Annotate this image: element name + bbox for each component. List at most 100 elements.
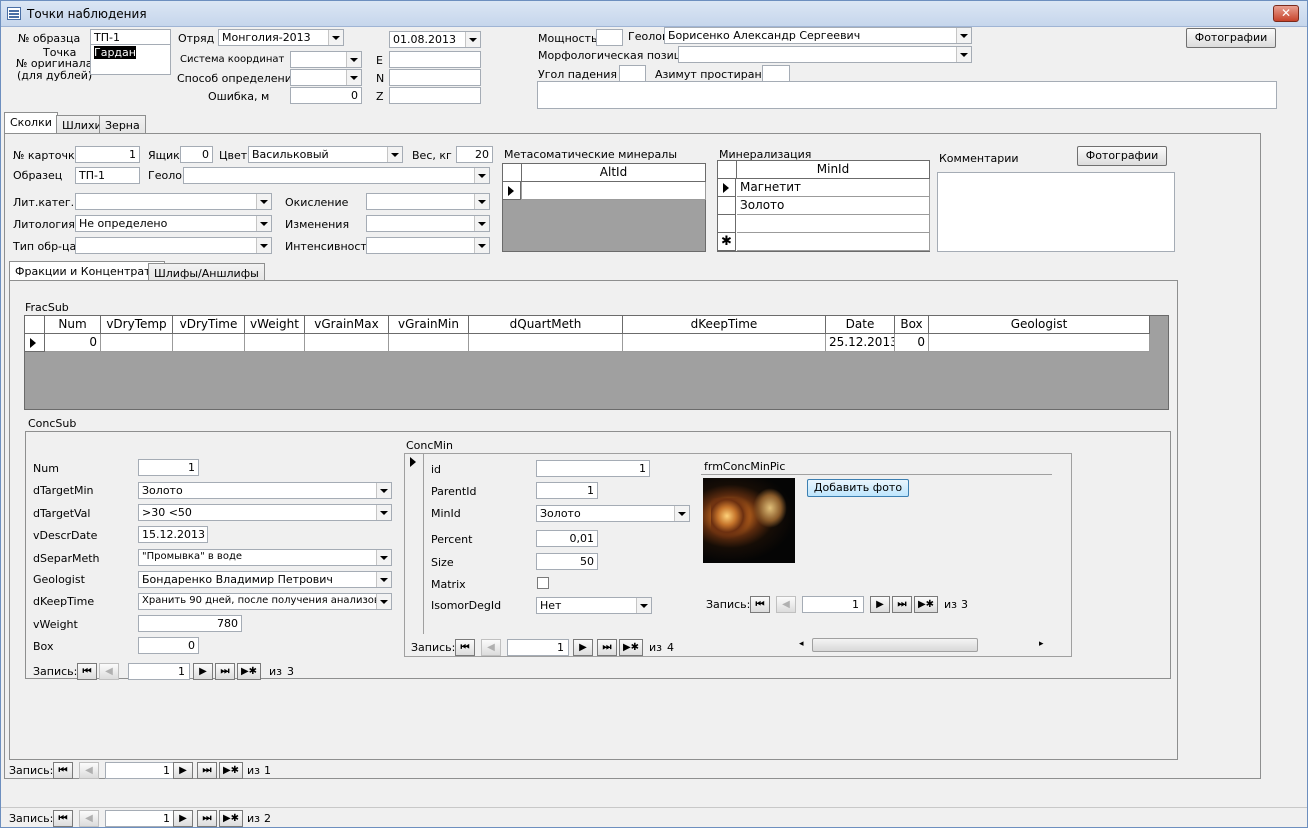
first-record-button[interactable]: ⏮ bbox=[53, 762, 73, 779]
box-field[interactable]: 0 bbox=[180, 146, 213, 163]
col-header[interactable]: dKeepTime bbox=[623, 316, 826, 334]
miner-cell[interactable] bbox=[737, 215, 930, 233]
geolog-combo[interactable]: Борисенко Александр Сергеевич bbox=[664, 27, 972, 44]
intens-combo[interactable] bbox=[366, 237, 490, 254]
miner-cell[interactable]: Магнетит bbox=[737, 179, 930, 197]
size-field[interactable]: 50 bbox=[536, 553, 598, 570]
first-record-button[interactable]: ⏮ bbox=[750, 596, 770, 613]
method-combo[interactable] bbox=[290, 69, 362, 86]
miner-col-header[interactable]: MinId bbox=[737, 161, 930, 179]
matrix-checkbox[interactable] bbox=[537, 577, 549, 589]
tab-chips[interactable]: Сколки bbox=[4, 112, 58, 134]
close-button[interactable]: ✕ bbox=[1273, 5, 1299, 22]
vweight-field[interactable]: 780 bbox=[138, 615, 242, 632]
next-record-button[interactable]: ▶ bbox=[573, 639, 593, 656]
chevron-down-icon[interactable] bbox=[328, 30, 343, 45]
row-selector[interactable] bbox=[25, 334, 45, 352]
parent-id-field[interactable]: 1 bbox=[536, 482, 598, 499]
table-cell[interactable] bbox=[173, 334, 245, 352]
table-cell[interactable] bbox=[101, 334, 173, 352]
chevron-down-icon[interactable] bbox=[474, 194, 489, 209]
chevron-down-icon[interactable] bbox=[465, 32, 480, 47]
record-number-input[interactable]: 1 bbox=[802, 596, 864, 613]
separ-meth-combo[interactable]: "Промывка" в воде bbox=[138, 549, 392, 566]
chevron-down-icon[interactable] bbox=[376, 505, 391, 520]
table-cell[interactable]: 0 bbox=[895, 334, 929, 352]
miner-grid[interactable]: MinId Магнетит Золото ✱ bbox=[717, 160, 930, 252]
next-record-button[interactable]: ▶ bbox=[173, 762, 193, 779]
last-record-button[interactable]: ⏭ bbox=[215, 663, 235, 680]
target-min-combo[interactable]: Золото bbox=[138, 482, 392, 499]
table-cell[interactable]: 0 bbox=[45, 334, 101, 352]
meta-grid[interactable]: AltId bbox=[502, 163, 706, 252]
new-record-button[interactable]: ▶✱ bbox=[219, 810, 243, 827]
chevron-down-icon[interactable] bbox=[674, 506, 689, 521]
color-combo[interactable]: Васильковый bbox=[248, 146, 403, 163]
first-record-button[interactable]: ⏮ bbox=[53, 810, 73, 827]
table-cell[interactable] bbox=[389, 334, 469, 352]
prev-record-button[interactable]: ◀ bbox=[776, 596, 796, 613]
morph-combo[interactable] bbox=[678, 46, 972, 63]
chevron-down-icon[interactable] bbox=[376, 594, 391, 609]
chevron-down-icon[interactable] bbox=[376, 572, 391, 587]
comments-field[interactable] bbox=[937, 172, 1175, 252]
record-number-input[interactable]: 1 bbox=[507, 639, 569, 656]
fracsub-grid[interactable]: Num vDryTemp vDryTime vWeight vGrainMax … bbox=[24, 315, 1169, 410]
oxid-combo[interactable] bbox=[366, 193, 490, 210]
col-header[interactable]: vWeight bbox=[245, 316, 305, 334]
add-photo-button[interactable]: Добавить фото bbox=[807, 479, 909, 497]
e-field[interactable] bbox=[389, 51, 481, 68]
table-cell[interactable] bbox=[305, 334, 389, 352]
min-id-combo[interactable]: Золото bbox=[536, 505, 690, 522]
new-record-button[interactable]: ▶✱ bbox=[619, 639, 643, 656]
scroll-left-icon[interactable]: ◂ bbox=[799, 639, 804, 649]
power-field[interactable] bbox=[596, 29, 623, 46]
last-record-button[interactable]: ⏭ bbox=[197, 810, 217, 827]
prev-record-button[interactable]: ◀ bbox=[79, 810, 99, 827]
chevron-down-icon[interactable] bbox=[956, 47, 971, 62]
coord-sys-combo[interactable] bbox=[290, 51, 362, 68]
last-record-button[interactable]: ⏭ bbox=[597, 639, 617, 656]
first-record-button[interactable]: ⏮ bbox=[77, 663, 97, 680]
prev-record-button[interactable]: ◀ bbox=[481, 639, 501, 656]
chevron-down-icon[interactable] bbox=[256, 238, 271, 253]
n-field[interactable] bbox=[389, 69, 481, 86]
meta-col-header[interactable]: AltId bbox=[522, 164, 706, 182]
meta-cell[interactable] bbox=[522, 182, 706, 200]
chevron-down-icon[interactable] bbox=[636, 598, 651, 613]
chevron-down-icon[interactable] bbox=[956, 28, 971, 43]
chevron-down-icon[interactable] bbox=[376, 550, 391, 565]
col-header[interactable]: Box bbox=[895, 316, 929, 334]
record-number-input[interactable]: 1 bbox=[105, 810, 175, 827]
dip-field[interactable] bbox=[619, 65, 646, 82]
chevron-down-icon[interactable] bbox=[474, 238, 489, 253]
chevron-down-icon[interactable] bbox=[387, 147, 402, 162]
table-cell[interactable] bbox=[245, 334, 305, 352]
chevron-down-icon[interactable] bbox=[256, 194, 271, 209]
point-field[interactable]: Гардан bbox=[90, 44, 171, 75]
record-number-input[interactable]: 1 bbox=[128, 663, 190, 680]
keep-time-combo[interactable]: Хранить 90 дней, после получения анализо… bbox=[138, 593, 392, 610]
row-selector[interactable] bbox=[718, 197, 736, 215]
next-record-button[interactable]: ▶ bbox=[173, 810, 193, 827]
record-selector[interactable] bbox=[405, 454, 424, 634]
target-val-combo[interactable]: >30 <50 bbox=[138, 504, 392, 521]
last-record-button[interactable]: ⏭ bbox=[892, 596, 912, 613]
weight-field[interactable]: 20 bbox=[456, 146, 493, 163]
table-cell[interactable] bbox=[469, 334, 623, 352]
new-record-button[interactable]: ▶✱ bbox=[237, 663, 261, 680]
num-field[interactable]: 1 bbox=[138, 459, 199, 476]
prev-record-button[interactable]: ◀ bbox=[79, 762, 99, 779]
col-header[interactable]: Date bbox=[826, 316, 895, 334]
miner-cell[interactable] bbox=[737, 233, 930, 251]
squad-combo[interactable]: Монголия-2013 bbox=[218, 29, 344, 46]
z-field[interactable] bbox=[389, 87, 481, 104]
card-field[interactable]: 1 bbox=[75, 146, 140, 163]
scroll-thumb[interactable] bbox=[812, 638, 978, 652]
row-selector[interactable] bbox=[718, 179, 736, 197]
box-field[interactable]: 0 bbox=[138, 637, 199, 654]
chevron-down-icon[interactable] bbox=[346, 52, 361, 67]
error-field[interactable]: 0 bbox=[290, 87, 362, 104]
tab-grains[interactable]: Зерна bbox=[99, 115, 146, 135]
col-header[interactable]: vDryTime bbox=[173, 316, 245, 334]
